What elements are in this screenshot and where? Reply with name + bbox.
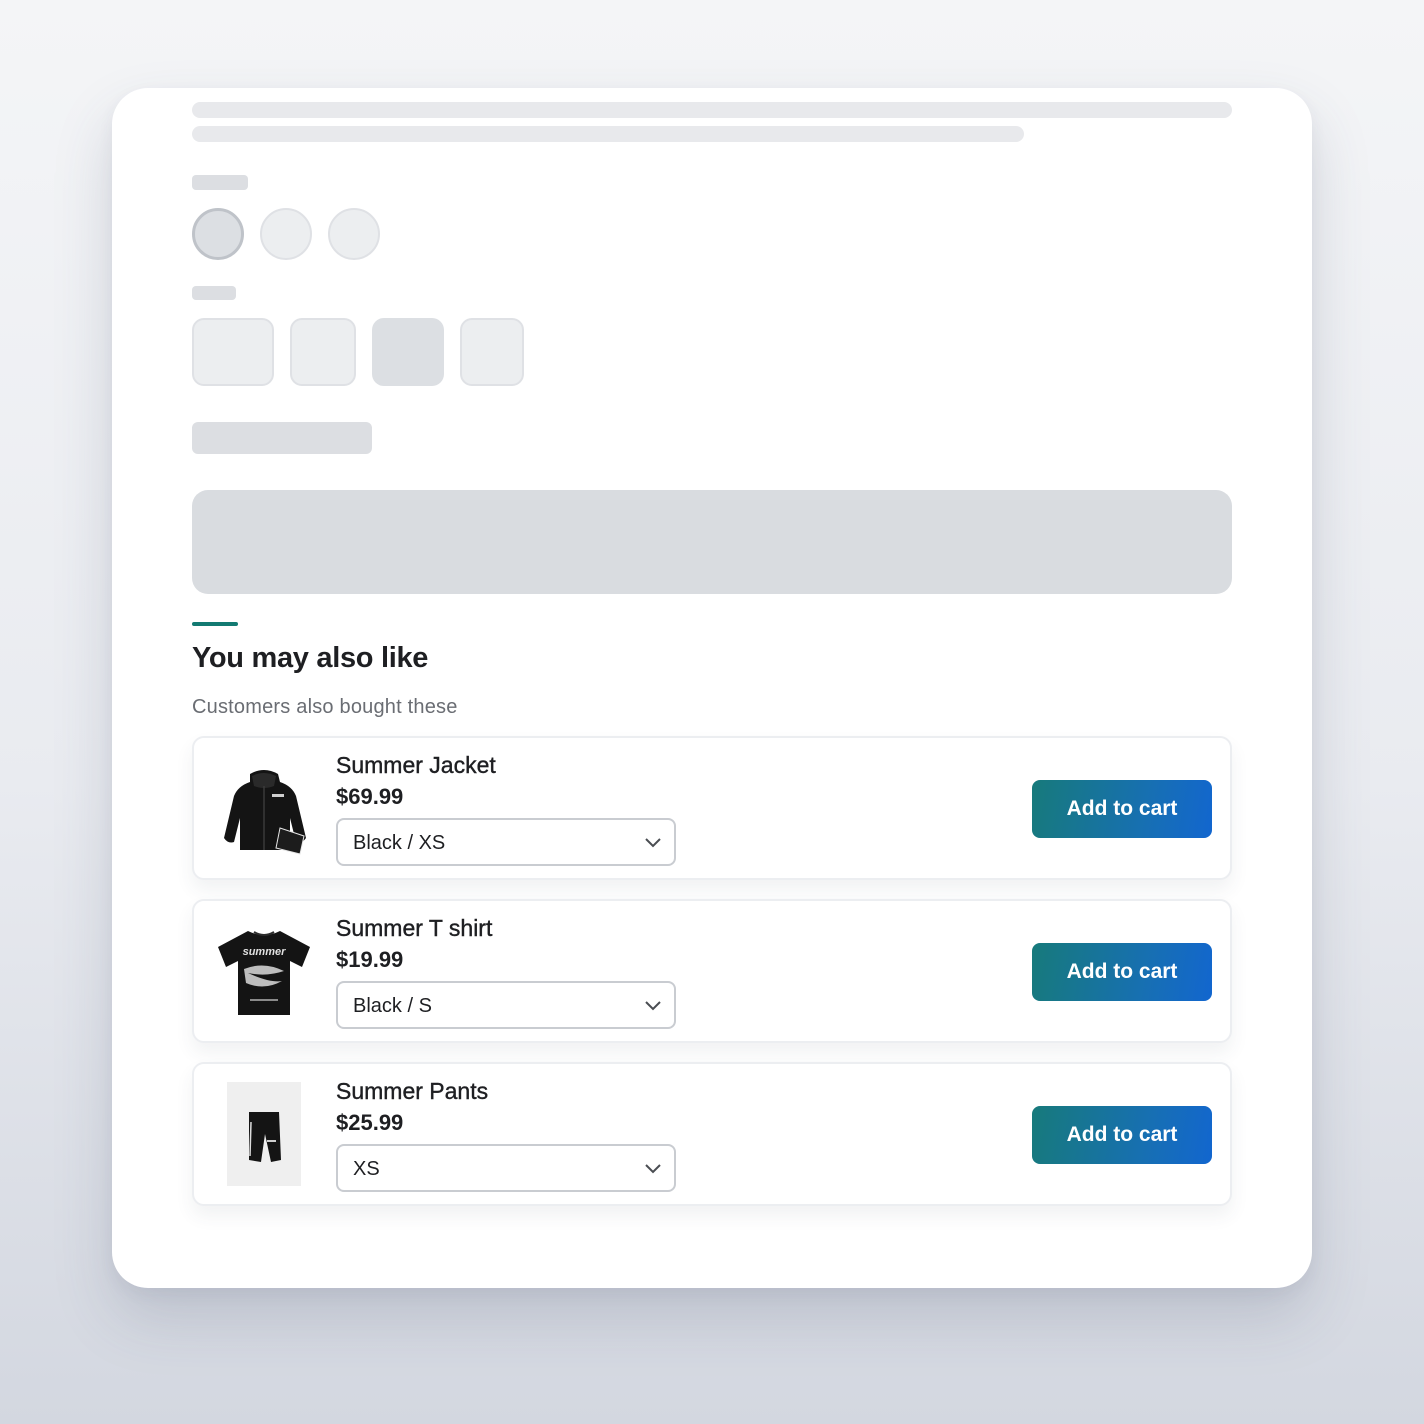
skeleton-color-label — [192, 175, 248, 190]
section-subtitle: Customers also bought these — [192, 696, 458, 718]
recommendation-list: Summer Jacket $69.99 Black / XS Add to c… — [192, 736, 1232, 1225]
skeleton-description-line — [192, 102, 1232, 118]
product-price: $25.99 — [336, 1110, 404, 1135]
jacket-image — [212, 756, 316, 860]
skeleton-size-option — [192, 318, 274, 386]
tshirt-image: summer — [212, 919, 316, 1023]
skeleton-color-swatch-selected — [192, 208, 244, 260]
variant-select-value: XS — [353, 1158, 380, 1180]
variant-select-value: Black / XS — [353, 832, 446, 854]
skeleton-color-swatch — [328, 208, 380, 260]
section-accent-bar — [192, 622, 238, 626]
product-name[interactable]: Summer Pants — [336, 1078, 489, 1105]
product-price: $69.99 — [336, 784, 404, 809]
recommendation-item: Summer Jacket $69.99 Black / XS Add to c… — [192, 736, 1232, 880]
add-to-cart-button[interactable]: Add to cart — [1032, 943, 1212, 1001]
recommendation-item: Summer Pants $25.99 XS Add to cart — [192, 1062, 1232, 1206]
product-price: $19.99 — [336, 947, 404, 972]
product-name[interactable]: Summer Jacket — [336, 752, 496, 779]
recommendation-item: summer Summer T shirt $19.99 Black / S A… — [192, 899, 1232, 1043]
chevron-down-icon — [644, 1160, 662, 1183]
product-name[interactable]: Summer T shirt — [336, 915, 493, 942]
skeleton-size-option — [290, 318, 356, 386]
skeleton-price — [192, 422, 372, 454]
skeleton-size-label — [192, 286, 236, 300]
product-card: You may also like Customers also bought … — [112, 88, 1312, 1288]
chevron-down-icon — [644, 997, 662, 1020]
skeleton-color-swatch — [260, 208, 312, 260]
chevron-down-icon — [644, 834, 662, 857]
variant-select[interactable]: Black / XS — [336, 818, 676, 866]
add-to-cart-button[interactable]: Add to cart — [1032, 780, 1212, 838]
variant-select[interactable]: Black / S — [336, 981, 676, 1029]
svg-text:summer: summer — [243, 946, 287, 958]
skeleton-size-option — [460, 318, 524, 386]
skeleton-buy-button — [192, 490, 1232, 594]
section-title: You may also like — [192, 642, 429, 674]
shorts-image — [212, 1082, 316, 1186]
variant-select[interactable]: XS — [336, 1144, 676, 1192]
skeleton-description-line — [192, 126, 1024, 142]
add-to-cart-button[interactable]: Add to cart — [1032, 1106, 1212, 1164]
skeleton-size-option-selected — [372, 318, 444, 386]
variant-select-value: Black / S — [353, 995, 432, 1017]
